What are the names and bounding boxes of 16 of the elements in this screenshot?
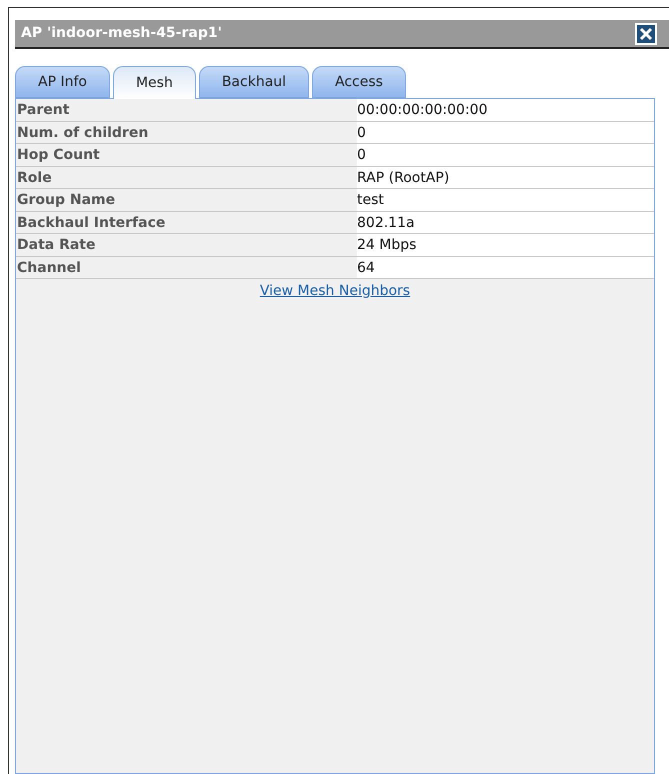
row-value: test (357, 189, 654, 210)
tab[interactable]: AP Info (15, 66, 110, 98)
view-neighbors-link[interactable]: View Mesh Neighbors (260, 281, 410, 302)
row-value: 00:00:00:00:00:00 (357, 99, 654, 120)
tab[interactable]: Access (312, 66, 406, 98)
close-button[interactable] (635, 22, 657, 44)
row-value: 0 (357, 144, 654, 166)
tab[interactable]: Mesh (112, 66, 196, 99)
close-icon (639, 26, 653, 40)
row-value: RAP (RootAP) (357, 166, 654, 188)
window-title: AP 'indoor-mesh-45-rap1' (21, 24, 222, 43)
row-value: 24 Mbps (357, 234, 654, 256)
tab[interactable]: Backhaul (198, 66, 310, 98)
row-value: 0 (357, 122, 654, 143)
row-value: 64 (357, 256, 654, 278)
row-value: 802.11a (357, 212, 654, 233)
